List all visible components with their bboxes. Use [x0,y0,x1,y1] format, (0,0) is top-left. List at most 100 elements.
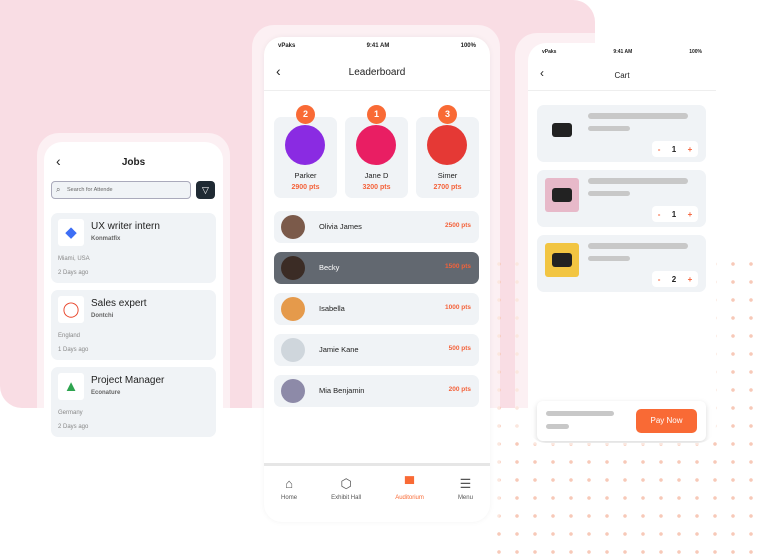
carrier: vPaks [278,43,296,49]
back-icon[interactable]: ‹ [540,66,544,80]
avatar [285,125,325,165]
pay-now-button[interactable]: Pay Now [636,409,697,433]
product-image [545,243,579,277]
quantity-value: 1 [671,144,677,154]
cart-screen: vPaks 9:41 AM 100% ‹ Cart - 1 + - 1 + - 2 … [528,43,716,443]
company-logo: ◆ [58,219,84,246]
avatar [281,297,305,321]
rank-badge: 1 [367,105,386,124]
company-name: Dontchi [91,313,114,319]
job-title: Sales expert [91,298,147,309]
job-card[interactable]: ◆ UX writer intern Konmatfix Miami, USA … [51,213,216,283]
player-name: Jane D [364,171,389,180]
decrement-button[interactable]: - [658,275,661,284]
player-points: 3200 pts [362,184,391,191]
filter-button[interactable]: ▽ [196,181,215,199]
page-title: Jobs [121,156,146,168]
player-name: Jamie Kane [319,345,359,354]
nav-item-exhibit-hall[interactable]: ⬡ Exhibit Hall [331,476,361,522]
menu-icon: ☰ [459,476,472,491]
nav-item-auditorium[interactable]: ▀ Auditorium [395,476,424,522]
company-name: Konmatfix [91,236,121,242]
product-image [545,113,579,147]
podium-card[interactable]: Jane D 3200 pts [345,117,408,198]
page-title: Cart [614,71,630,80]
player-name: Parker [294,171,317,180]
back-icon[interactable]: ‹ [276,63,281,79]
increment-button[interactable]: + [688,145,693,154]
podium-card[interactable]: Parker 2900 pts [274,117,337,198]
job-location: England [58,333,81,339]
increment-button[interactable]: + [688,275,693,284]
job-title: UX writer intern [91,221,160,232]
product-price-placeholder [588,256,630,261]
cart-item: - 1 + [537,105,706,162]
page-title: Leaderboard [348,67,406,78]
battery: 100% [460,43,476,49]
leaderboard-row[interactable]: Mia Benjamin 200 pts [274,375,479,407]
avatar [281,215,305,239]
decrement-button[interactable]: - [658,145,661,154]
total-placeholder [546,424,569,429]
job-location: Miami, USA [58,256,90,262]
job-card[interactable]: ◯ Sales expert Dontchi England 1 Days ag… [51,290,216,360]
quantity-value: 2 [671,274,677,284]
increment-button[interactable]: + [688,210,693,219]
time: 9:41 AM [366,43,390,49]
nav-label: Exhibit Hall [331,495,362,501]
time: 9:41 AM [613,49,633,55]
avatar [281,338,305,362]
job-posted: 2 Days ago [58,270,89,276]
nav-label: Home [281,495,298,501]
job-posted: 1 Days ago [58,347,89,353]
quantity-stepper: - 2 + [652,271,698,287]
avatar [427,125,467,165]
nav-item-menu[interactable]: ☰ Menu [458,476,473,522]
player-points: 2700 pts [433,184,462,191]
player-name: Becky [319,263,340,272]
company-logo: ◯ [58,296,84,323]
leaderboard-row[interactable]: Becky 1500 pts [274,252,479,284]
leaderboard-row[interactable]: Olivia James 2500 pts [274,211,479,243]
player-name: Olivia James [319,222,362,231]
search-icon: ⌕ [56,185,61,194]
job-location: Germany [58,410,83,416]
company-logo: ▲ [58,373,84,400]
search-input[interactable]: ⌕ Search for Attende [51,181,191,199]
bottom-nav: ⌂ Home ⬡ Exhibit Hall ▀ Auditorium ☰ Men… [264,463,490,522]
avatar [356,125,396,165]
player-name: Isabella [319,304,345,313]
nav-item-home[interactable]: ⌂ Home [281,476,297,522]
job-posted: 2 Days ago [58,424,89,430]
cart-header: ‹ Cart [528,61,716,91]
auditorium-icon: ▀ [404,476,415,491]
leaderboard-row[interactable]: Jamie Kane 500 pts [274,334,479,366]
cube-icon: ⬡ [340,476,352,491]
status-bar: vPaks 9:41 AM 100% [264,37,490,55]
checkout-bar: Pay Now [537,401,706,441]
player-name: Mia Benjamin [319,386,365,395]
decrement-button[interactable]: - [658,210,661,219]
job-title: Project Manager [91,375,165,386]
quantity-stepper: - 1 + [652,141,698,157]
player-points: 1000 pts [444,304,471,311]
avatar [281,379,305,403]
rank-badge: 2 [296,105,315,124]
home-icon: ⌂ [285,476,293,491]
podium-card[interactable]: Simer 2700 pts [416,117,479,198]
avatar [281,256,305,280]
cart-item: - 2 + [537,235,706,292]
battery: 100% [689,49,702,55]
status-bar: vPaks 9:41 AM 100% [528,43,716,61]
player-points: 200 pts [448,386,471,393]
leaderboard-row[interactable]: Isabella 1000 pts [274,293,479,325]
product-price-placeholder [588,126,630,131]
cart-item: - 1 + [537,170,706,227]
back-icon[interactable]: ‹ [56,153,61,169]
leaderboard-header: ‹ Leaderboard [264,55,490,91]
product-image [545,178,579,212]
rank-badge: 3 [438,105,457,124]
job-card[interactable]: ▲ Project Manager Econature Germany 2 Da… [51,367,216,437]
company-name: Econature [91,390,121,396]
jobs-header: ‹ Jobs [44,142,223,182]
